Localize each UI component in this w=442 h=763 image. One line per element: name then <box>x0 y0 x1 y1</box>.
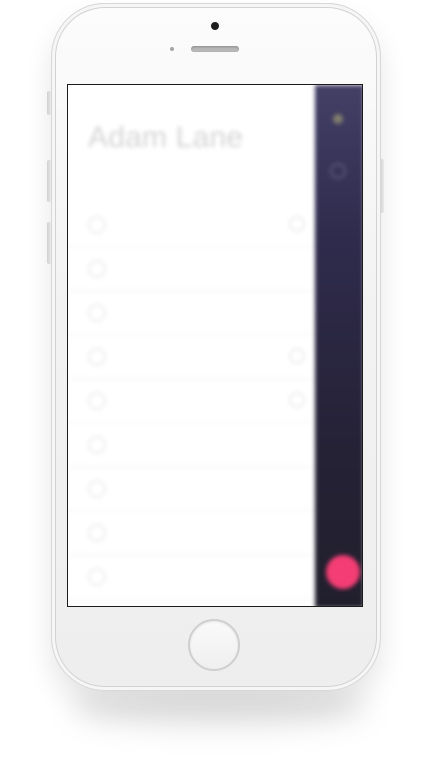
earpiece-speaker <box>191 46 239 52</box>
phone-screen: Adam Lane <box>67 84 363 607</box>
drawer-menu-item[interactable] <box>68 511 315 555</box>
drawer-menu-item[interactable] <box>68 247 315 291</box>
circle-icon <box>330 163 346 179</box>
drawer-menu-item[interactable] <box>68 291 315 335</box>
floating-action-button[interactable] <box>326 555 360 589</box>
circle-icon <box>88 568 106 586</box>
navigation-drawer: Adam Lane <box>68 85 315 606</box>
drawer-menu-item[interactable] <box>68 467 315 511</box>
drawer-menu-item[interactable] <box>68 335 315 379</box>
content-edge-panel <box>315 85 362 606</box>
badge-icon <box>289 348 305 364</box>
drawer-menu-item[interactable] <box>68 423 315 467</box>
circle-icon <box>88 260 106 278</box>
drawer-menu-item[interactable] <box>68 379 315 423</box>
circle-icon <box>88 304 106 322</box>
drawer-menu-item[interactable] <box>68 555 315 599</box>
mockup-stage: Adam Lane <box>0 0 442 763</box>
status-dot <box>333 114 343 124</box>
drawer-menu-item[interactable] <box>68 203 315 247</box>
circle-icon <box>88 524 106 542</box>
drawer-menu-list <box>68 203 315 599</box>
proximity-sensor <box>170 47 174 51</box>
circle-icon <box>88 480 106 498</box>
badge-icon <box>289 392 305 408</box>
circle-icon <box>88 216 106 234</box>
circle-icon <box>88 392 106 410</box>
circle-icon <box>88 436 106 454</box>
circle-icon <box>88 348 106 366</box>
home-button[interactable] <box>188 619 240 671</box>
device-shadow <box>70 690 370 728</box>
front-camera <box>211 22 219 30</box>
profile-name: Adam Lane <box>88 121 244 154</box>
badge-icon <box>289 216 305 232</box>
